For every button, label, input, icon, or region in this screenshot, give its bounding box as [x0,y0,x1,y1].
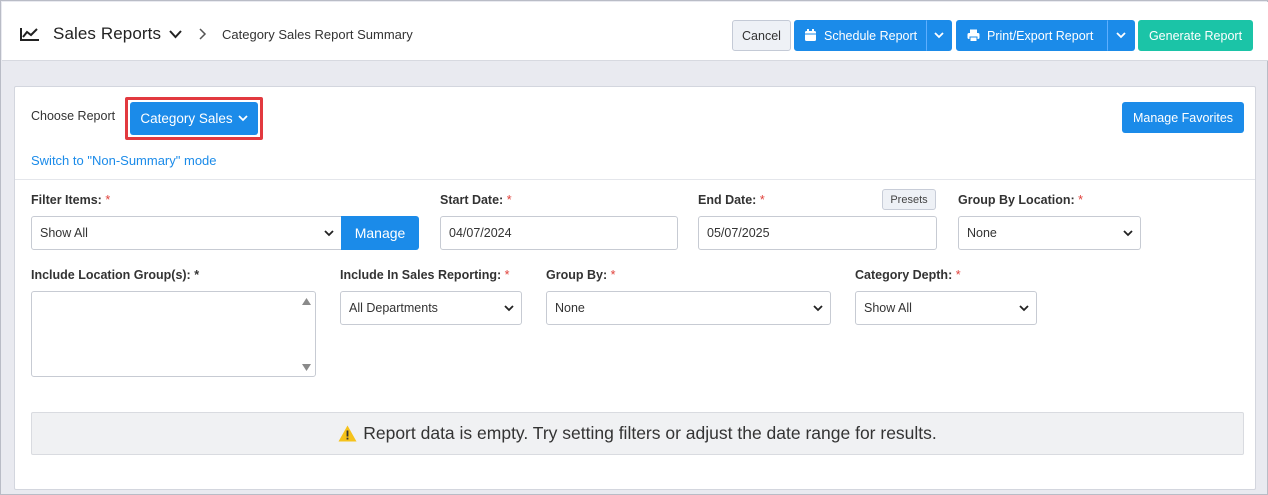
filter-items-label-text: Filter Items: [31,193,102,207]
group-by-location-value: None [967,226,997,240]
start-date-label: Start Date: * [440,193,512,207]
presets-label: Presets [890,193,928,206]
required-marker: * [105,193,111,207]
include-in-sales-label: Include In Sales Reporting: * [340,268,510,282]
start-date-input[interactable]: 04/07/2024 [440,216,678,250]
filter-items-select[interactable]: Show All [31,216,342,250]
scroll-down-icon[interactable] [302,364,311,371]
group-by-value: None [555,301,585,315]
manage-favorites-button[interactable]: Manage Favorites [1122,102,1244,133]
breadcrumb: Category Sales Report Summary [222,27,413,42]
filter-items-value: Show All [40,226,88,240]
chevron-down-icon [324,230,334,237]
start-date-label-text: Start Date: [440,193,504,207]
required-marker: * [504,268,510,282]
scroll-up-icon[interactable] [302,298,311,305]
chevron-down-icon [934,32,944,39]
generate-label: Generate Report [1148,28,1243,43]
top-header: Sales Reports Category Sales Report Summ… [2,2,1268,61]
chevron-down-icon [504,305,514,312]
page-title: Sales Reports [53,24,162,43]
generate-report-button[interactable]: Generate Report [1138,20,1253,51]
start-date-value: 04/07/2024 [449,226,512,240]
end-date-input[interactable]: 05/07/2025 [698,216,937,250]
group-by-select[interactable]: None [546,291,831,325]
printer-icon [967,29,980,42]
empty-report-text: Report data is empty. Try setting filter… [363,423,937,443]
print-export-button[interactable]: Print/Export Report [956,20,1107,51]
category-depth-label-text: Category Depth: [855,268,953,282]
include-in-sales-select[interactable]: All Departments [340,291,522,325]
include-in-sales-label-text: Include In Sales Reporting: [340,268,502,282]
category-depth-label: Category Depth: * [855,268,961,282]
presets-button[interactable]: Presets [882,189,936,210]
end-date-label-text: End Date: [698,193,757,207]
group-by-label-text: Group By: [546,268,608,282]
include-location-groups-label: Include Location Group(s): * [31,268,200,282]
switch-mode-link[interactable]: Switch to "Non-Summary" mode [31,153,217,168]
end-date-label: End Date: * [698,193,765,207]
required-marker: * [506,193,512,207]
manage-label: Manage [354,225,406,241]
filter-items-label: Filter Items: * [31,193,110,207]
manage-favorites-label: Manage Favorites [1132,110,1234,125]
cancel-button[interactable]: Cancel [732,20,791,51]
cancel-label: Cancel [742,28,781,43]
required-marker: * [610,268,616,282]
chevron-right-icon [199,28,207,40]
calendar-icon [805,29,816,41]
chevron-down-icon [1116,32,1126,39]
chevron-down-icon [1123,230,1133,237]
required-marker: * [759,193,765,207]
schedule-report-dropdown[interactable] [926,20,952,51]
chevron-down-icon[interactable] [169,30,182,39]
warning-icon [338,425,357,442]
report-card: Choose Report Category Sales Manage Favo… [14,86,1256,490]
location-groups-listbox[interactable] [31,291,316,377]
include-in-sales-value: All Departments [349,301,438,315]
app-frame: Sales Reports Category Sales Report Summ… [0,0,1268,495]
group-by-location-label: Group By Location: * [958,193,1083,207]
print-export-dropdown[interactable] [1107,20,1135,51]
schedule-report-button[interactable]: Schedule Report [794,20,926,51]
group-by-location-label-text: Group By Location: [958,193,1075,207]
chevron-down-icon [1019,305,1029,312]
group-by-label: Group By: * [546,268,615,282]
end-date-value: 05/07/2025 [707,226,770,240]
category-depth-value: Show All [864,301,912,315]
empty-report-alert: Report data is empty. Try setting filter… [31,412,1244,455]
required-marker: * [955,268,961,282]
category-sales-label: Category Sales [140,111,233,126]
chevron-down-icon [238,115,248,122]
category-sales-dropdown[interactable]: Category Sales [130,102,258,135]
choose-report-label: Choose Report [31,109,116,123]
chevron-down-icon [813,305,823,312]
manage-button[interactable]: Manage [341,216,419,250]
print-label: Print/Export Report [987,28,1094,43]
chart-icon [20,28,39,41]
group-by-location-select[interactable]: None [958,216,1141,250]
required-marker: * [1078,193,1084,207]
divider [15,179,1255,180]
category-depth-select[interactable]: Show All [855,291,1037,325]
schedule-label: Schedule Report [824,28,918,43]
